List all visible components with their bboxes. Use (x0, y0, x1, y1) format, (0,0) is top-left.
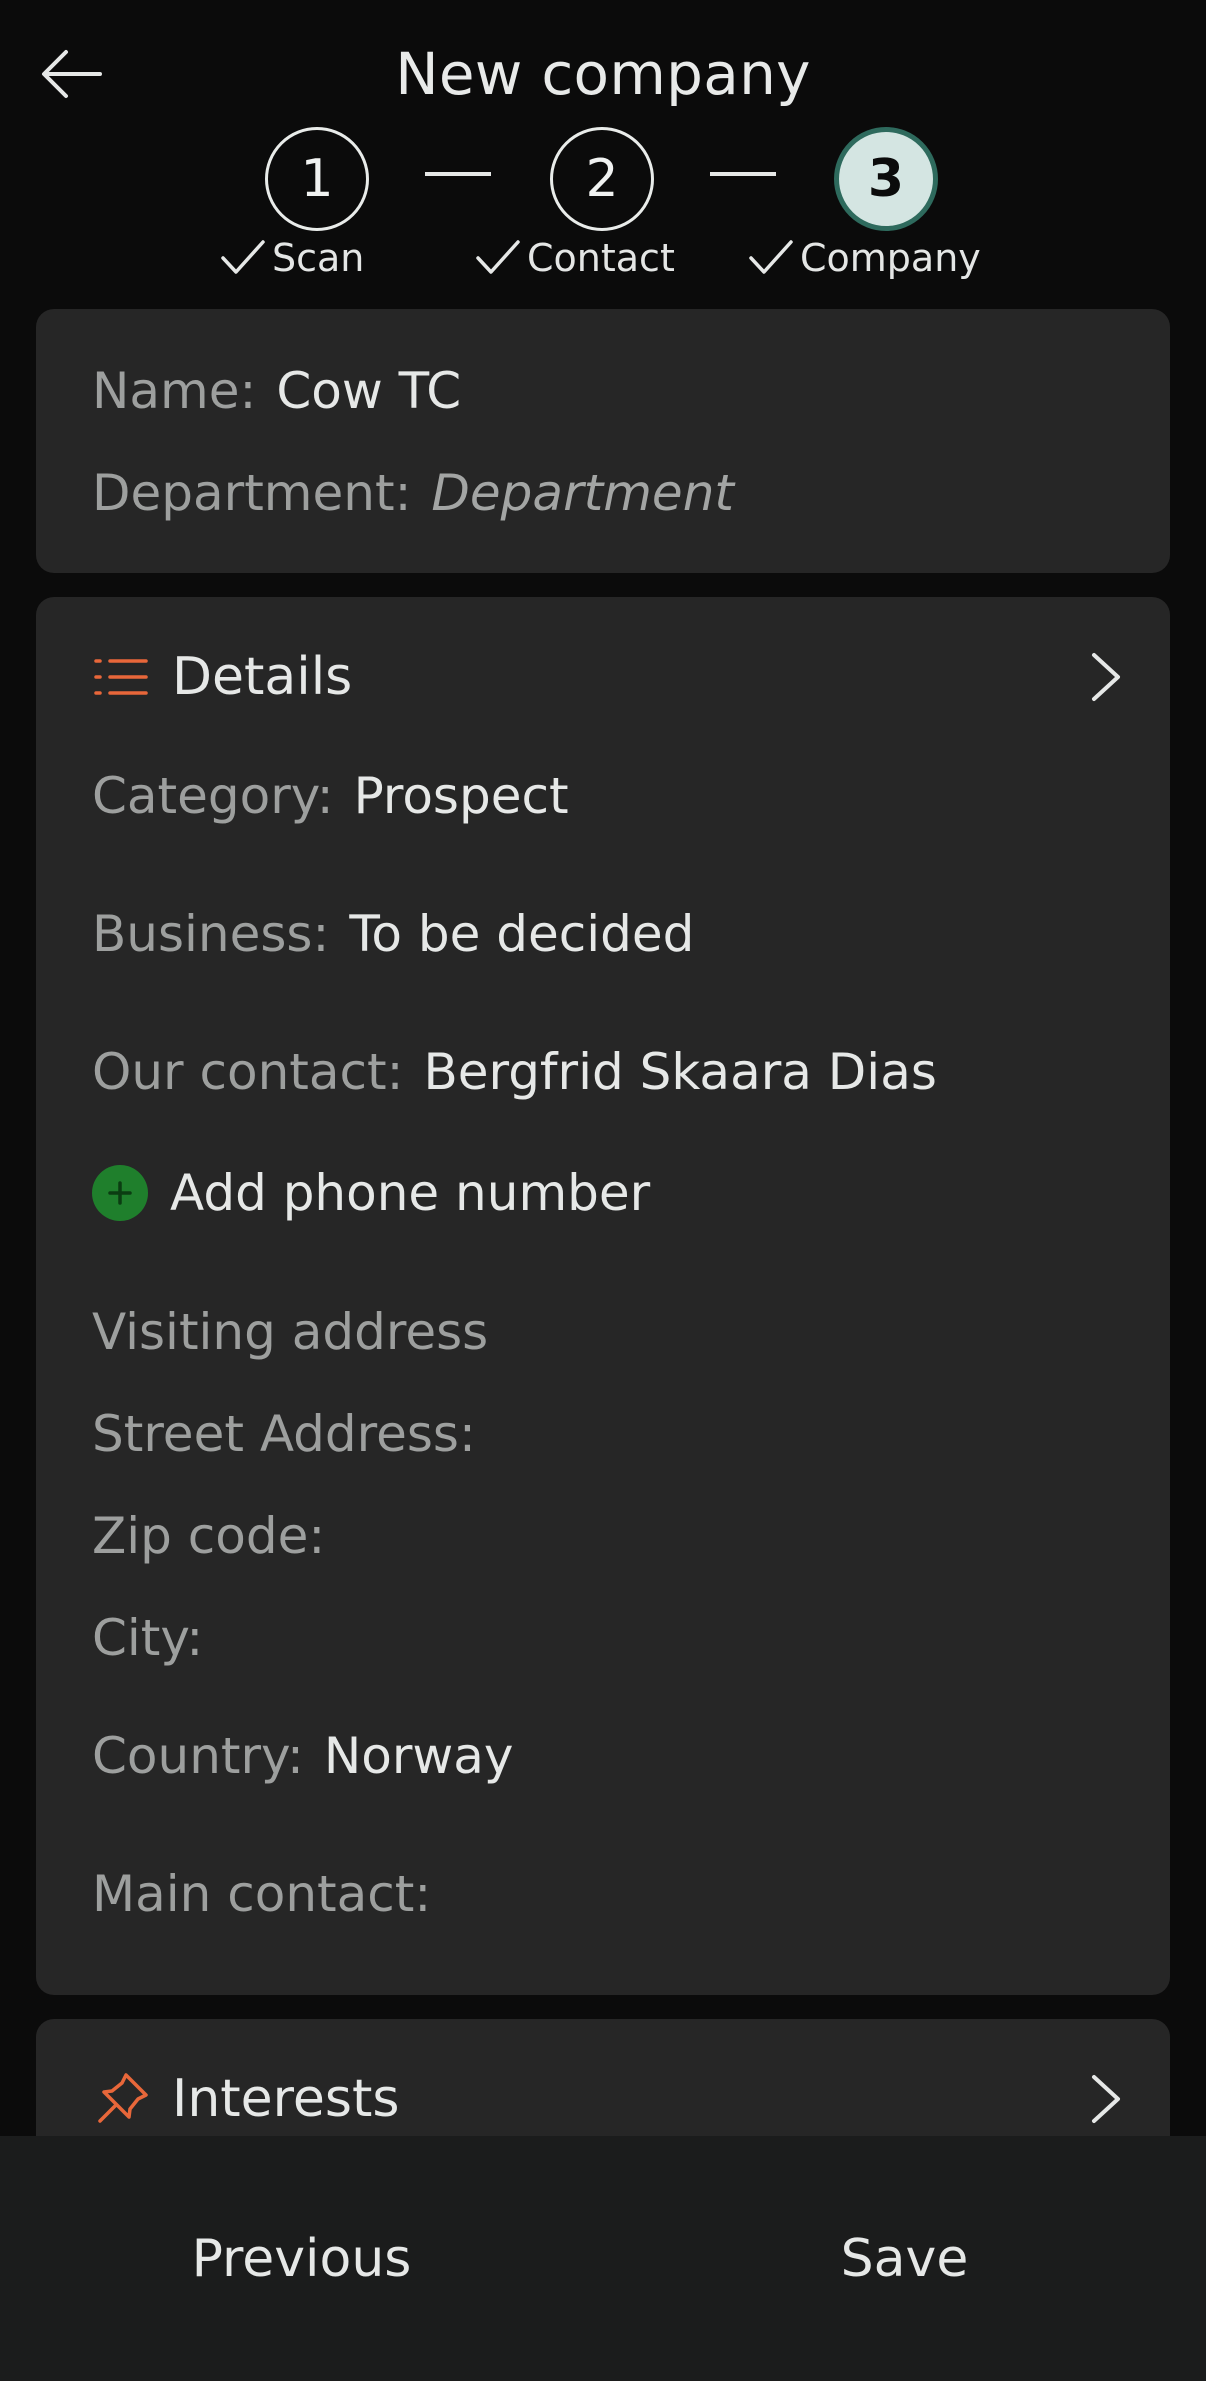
company-name-card: Name: Cow TC Department: Department (36, 309, 1170, 573)
zip-code-label: Zip code: (92, 1507, 326, 1565)
our-contact-value[interactable]: Bergfrid Skaara Dias (423, 1043, 936, 1101)
category-field[interactable]: Category: Prospect (92, 767, 569, 825)
visiting-address-heading: Visiting address (92, 1303, 508, 1361)
step-1-text: Scan (272, 236, 365, 280)
name-label: Name: (92, 362, 257, 420)
name-value[interactable]: Cow TC (276, 362, 461, 420)
street-address-label: Street Address: (92, 1405, 476, 1463)
main-contact-field[interactable]: Main contact: (92, 1865, 451, 1923)
department-field[interactable]: Department: Department (92, 464, 734, 522)
step-2-circle[interactable]: 2 (550, 127, 654, 231)
new-company-screen: New company 1 2 3 Scan Contact Company N… (0, 0, 1206, 2381)
plus-circle-icon (92, 1165, 148, 1221)
business-field[interactable]: Business: To be decided (92, 905, 694, 963)
zip-code-field[interactable]: Zip code: (92, 1507, 345, 1565)
name-field[interactable]: Name: Cow TC (92, 362, 461, 420)
city-field[interactable]: City: (92, 1609, 223, 1667)
bottom-action-bar: Previous Save (0, 2136, 1206, 2381)
save-button[interactable]: Save (603, 2136, 1206, 2381)
country-label: Country: (92, 1727, 304, 1785)
details-header[interactable]: Details (92, 647, 1130, 707)
page-title: New company (395, 40, 811, 108)
details-title: Details (172, 647, 353, 707)
country-field[interactable]: Country: Norway (92, 1727, 514, 1785)
check-icon (476, 240, 520, 274)
step-2-label: Contact (475, 236, 675, 280)
city-label: City: (92, 1609, 204, 1667)
step-1-label: Scan (220, 236, 364, 280)
business-label: Business: (92, 905, 330, 963)
department-label: Department: (92, 464, 412, 522)
category-label: Category: (92, 767, 334, 825)
step-1-circle[interactable]: 1 (265, 127, 369, 231)
pin-icon (92, 2069, 152, 2129)
chevron-right-icon[interactable] (1080, 2069, 1130, 2129)
check-icon (749, 240, 793, 274)
country-value[interactable]: Norway (324, 1727, 514, 1785)
add-phone-label: Add phone number (170, 1164, 651, 1222)
main-contact-label: Main contact: (92, 1865, 432, 1923)
step-2-text: Contact (527, 236, 675, 280)
interests-header[interactable]: Interests (92, 2069, 1130, 2129)
details-card: Details Category: Prospect Business: To be… (36, 597, 1170, 1995)
previous-button[interactable]: Previous (0, 2136, 603, 2381)
add-phone-button[interactable]: Add phone number (92, 1164, 650, 1222)
step-connector (425, 172, 491, 176)
step-3-text: Company (800, 236, 981, 280)
our-contact-field[interactable]: Our contact: Bergfrid Skaara Dias (92, 1043, 937, 1101)
business-value[interactable]: To be decided (349, 905, 694, 963)
step-connector (710, 172, 776, 176)
visiting-address-label: Visiting address (92, 1303, 489, 1361)
interests-title: Interests (172, 2069, 400, 2129)
step-3-circle[interactable]: 3 (834, 127, 938, 231)
our-contact-label: Our contact: (92, 1043, 404, 1101)
list-icon (92, 647, 152, 707)
check-icon (221, 240, 265, 274)
department-input[interactable]: Department (431, 464, 734, 522)
step-3-label: Company (748, 236, 981, 280)
category-value[interactable]: Prospect (354, 767, 569, 825)
street-address-field[interactable]: Street Address: (92, 1405, 496, 1463)
chevron-right-icon[interactable] (1080, 647, 1130, 707)
